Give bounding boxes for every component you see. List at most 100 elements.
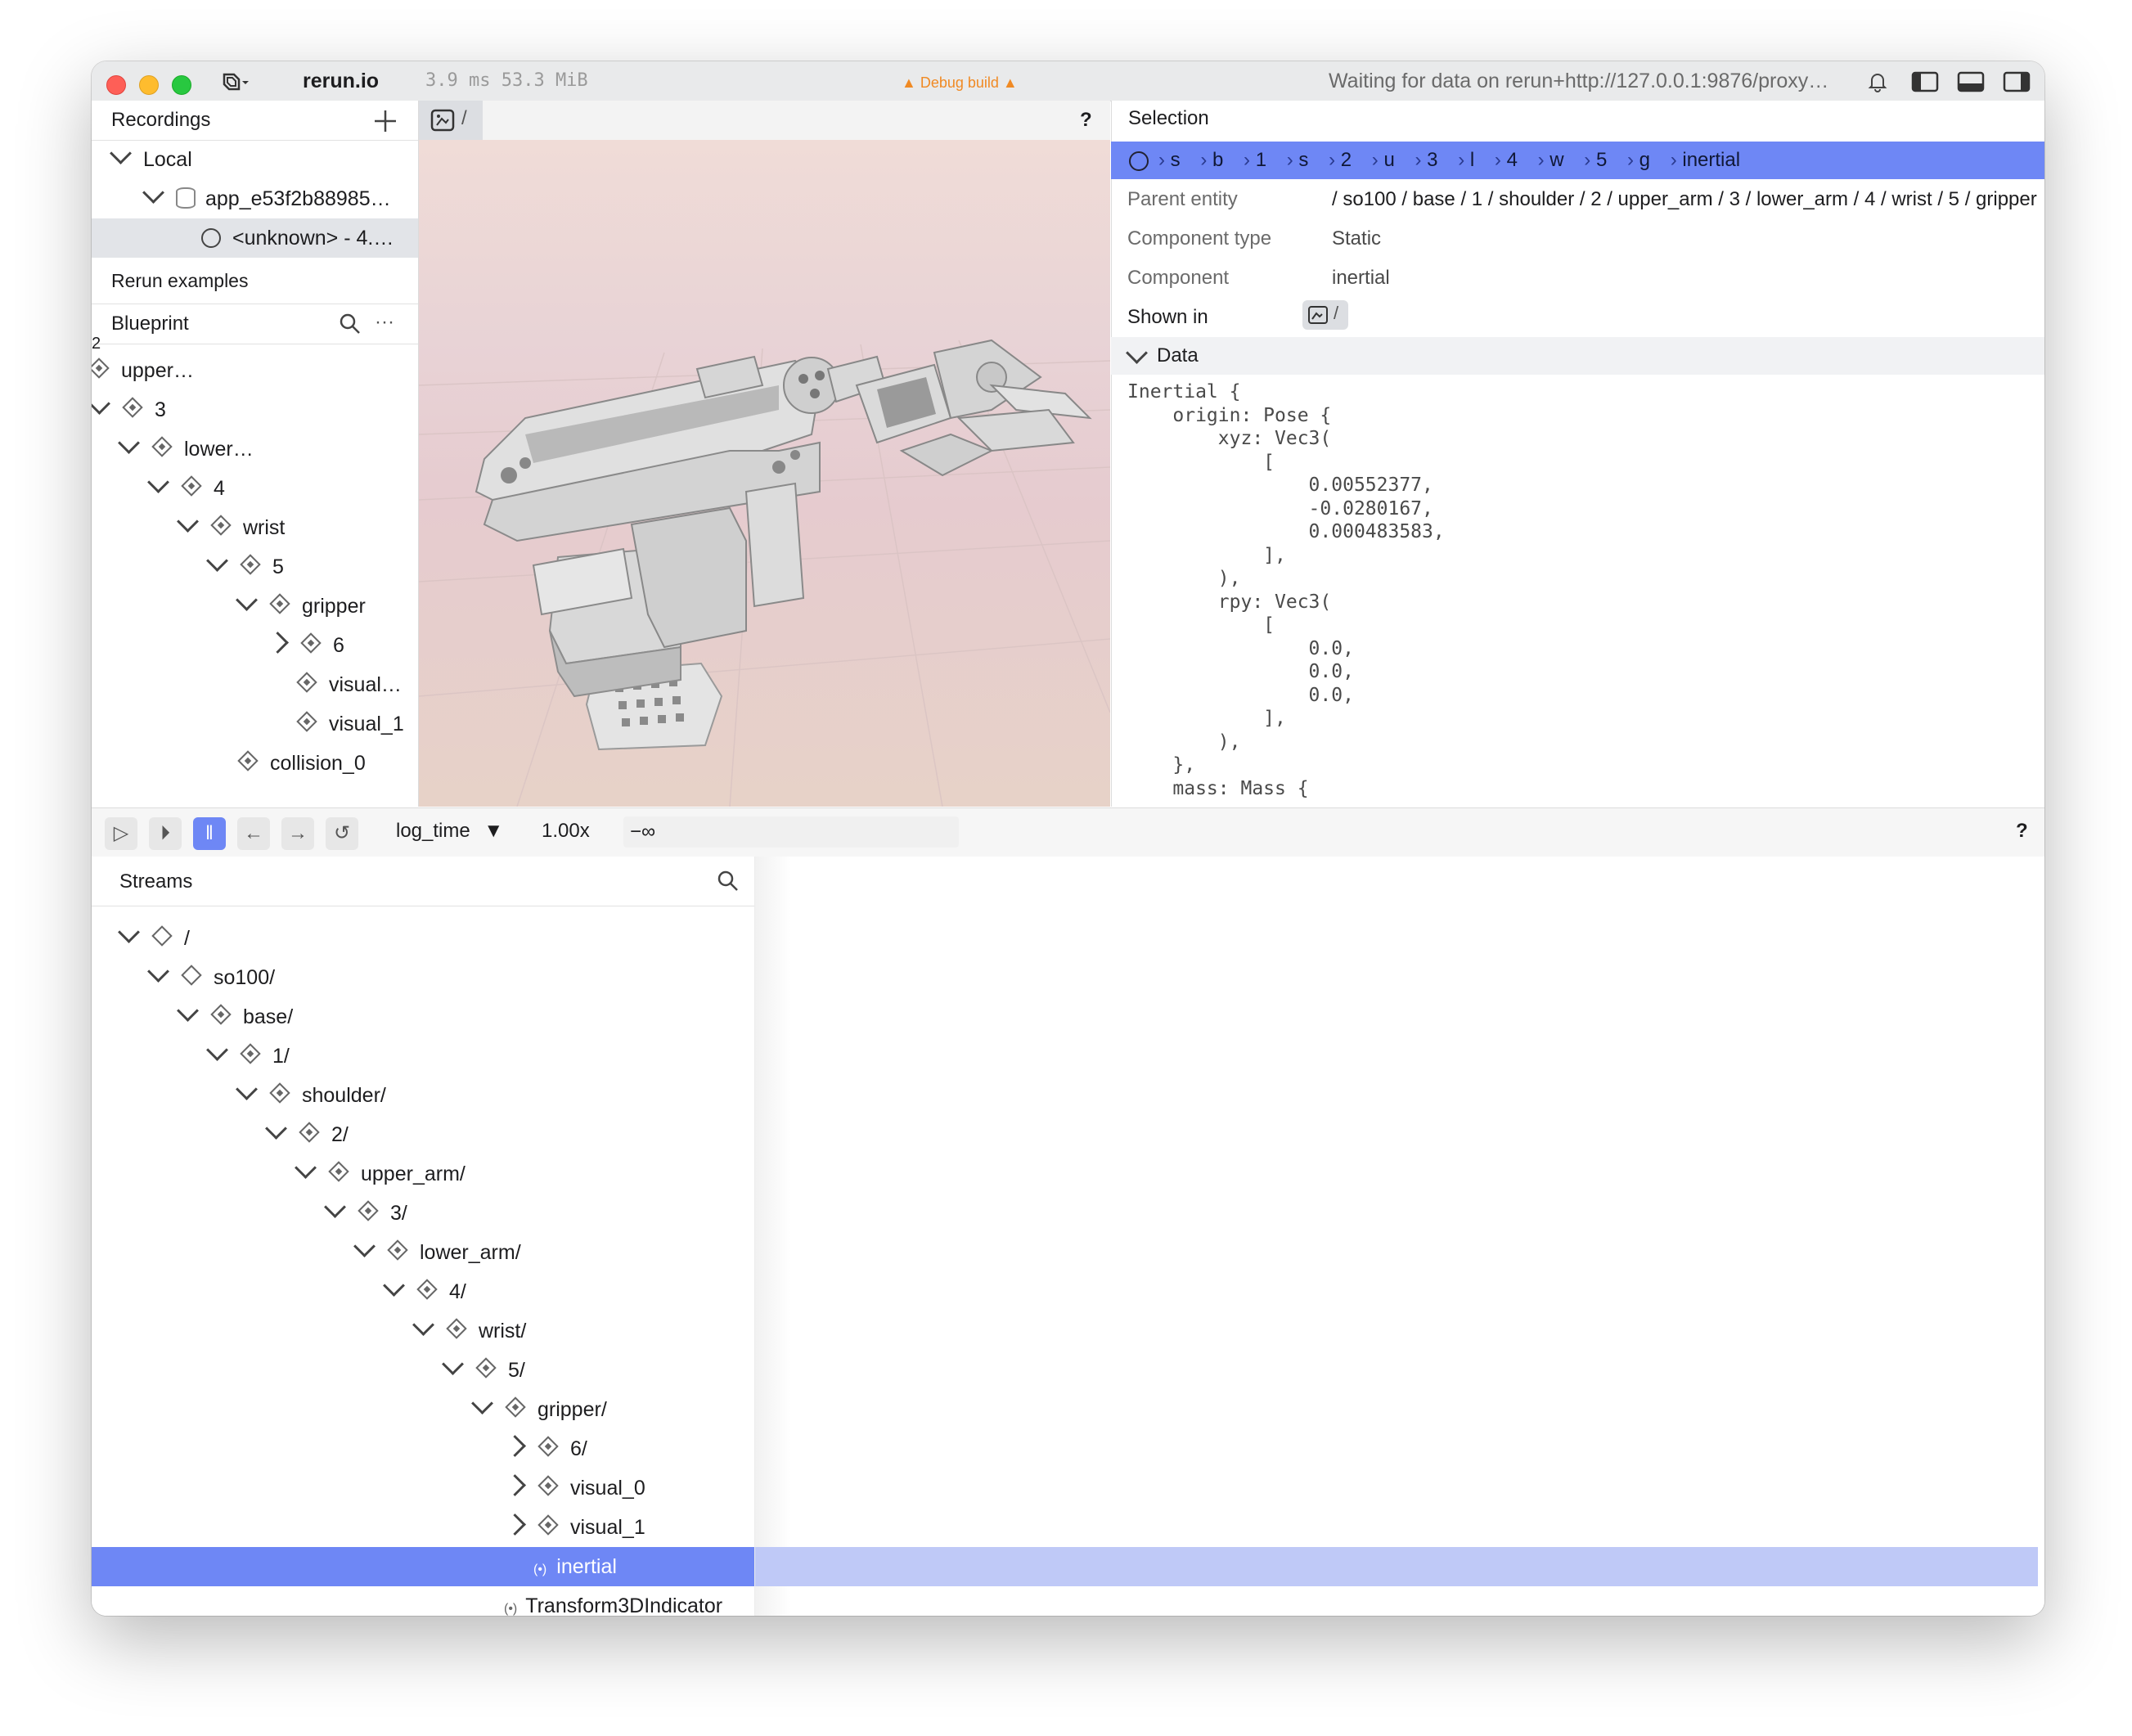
breadcrumb-item[interactable]: 2: [1341, 149, 1352, 171]
recordings-title: Recordings: [111, 109, 211, 131]
add-recording-icon[interactable]: [373, 109, 398, 133]
loop-button[interactable]: ↺: [326, 817, 358, 850]
tab-label: /: [461, 107, 467, 129]
view-3d-icon: [1308, 306, 1328, 324]
step-next-button[interactable]: →: [281, 817, 314, 850]
timeline-area[interactable]: [755, 857, 2044, 1616]
stream-item[interactable]: 5/: [442, 1351, 525, 1390]
breadcrumb-item[interactable]: s: [1171, 149, 1181, 171]
stream-item[interactable]: /: [118, 919, 190, 958]
toggle-left-panel-icon[interactable]: [1911, 71, 1939, 92]
stream-item[interactable]: gripper/: [471, 1390, 607, 1429]
timeline-selected-row: [755, 1547, 2038, 1586]
breadcrumb-item[interactable]: u: [1383, 149, 1394, 171]
minimize-window-button[interactable]: [139, 75, 159, 95]
streams-panel: Streams / so100/ base/ 1/ shoulder/ 2/ u…: [92, 857, 755, 1616]
caret-down-icon: ▼: [484, 820, 504, 842]
stream-item-selected[interactable]: (•) inertial: [92, 1547, 754, 1586]
stream-item[interactable]: 2/: [265, 1115, 349, 1154]
toggle-right-panel-icon[interactable]: [2003, 71, 2031, 92]
debug-build-badge: ▲ Debug build ▲: [902, 74, 1018, 91]
stream-item[interactable]: base/: [177, 997, 293, 1037]
recording-app-row[interactable]: app_e53f2b88985…: [142, 179, 391, 218]
stream-item[interactable]: visual_1: [504, 1508, 645, 1547]
chevron-down-icon[interactable]: [110, 142, 132, 164]
blueprint-item[interactable]: 6: [267, 626, 344, 665]
recording-item-selected[interactable]: <unknown> - 4.…: [92, 218, 418, 258]
step-forward-button[interactable]: ⏵: [149, 817, 182, 850]
time-control-bar: ▷ ⏵ ‖ ← → ↺ log_time ▼ 1.00x −∞ ?: [92, 807, 2044, 858]
blueprint-item[interactable]: wrist: [177, 508, 285, 547]
help-icon[interactable]: ?: [1080, 109, 1092, 132]
blueprint-item[interactable]: upper…: [92, 351, 194, 390]
component-value: inertial: [1332, 267, 1390, 289]
breadcrumb-item[interactable]: 4: [1507, 149, 1518, 171]
chevron-down-icon[interactable]: [142, 182, 164, 204]
blueprint-item[interactable]: 3: [92, 390, 166, 430]
breadcrumb-item[interactable]: 1: [1256, 149, 1266, 171]
stream-item[interactable]: lower_arm/: [353, 1233, 521, 1272]
time-input[interactable]: −∞: [623, 816, 959, 848]
connection-status: Waiting for data on rerun+http://127.0.0…: [1329, 70, 1829, 92]
stream-item[interactable]: (•) Transform3DIndicator: [504, 1586, 722, 1616]
breadcrumb-item-current[interactable]: inertial: [1682, 149, 1740, 171]
blueprint-item[interactable]: 4: [147, 469, 225, 508]
stream-item[interactable]: so100/: [147, 958, 275, 997]
3d-viewport[interactable]: [418, 140, 1111, 807]
play-button[interactable]: ▷: [105, 817, 137, 850]
data-section-header[interactable]: Data: [1111, 337, 2044, 375]
rerun-examples-link[interactable]: Rerun examples: [111, 261, 248, 300]
stream-item[interactable]: 1/: [206, 1037, 290, 1076]
stream-item[interactable]: 3/: [324, 1194, 407, 1233]
breadcrumb-item[interactable]: s: [1298, 149, 1308, 171]
streams-header: Streams: [92, 857, 754, 906]
breadcrumb-item[interactable]: b: [1212, 149, 1223, 171]
app-window: rerun.io 3.9 ms 53.3 MiB ▲ Debug build ▲…: [92, 61, 2044, 1616]
stream-item[interactable]: shoulder/: [236, 1076, 386, 1115]
stream-item[interactable]: 6/: [504, 1429, 587, 1468]
blueprint-item[interactable]: gripper: [236, 587, 366, 626]
viewport-tab-bar: / ?: [419, 101, 1110, 141]
notification-bell-icon[interactable]: [1865, 70, 1890, 94]
blueprint-item[interactable]: visual…: [296, 665, 402, 704]
step-back-button[interactable]: ←: [237, 817, 270, 850]
search-icon[interactable]: [339, 313, 362, 335]
shown-in-view-chip[interactable]: /: [1302, 300, 1348, 330]
rerun-menu-icon[interactable]: [221, 71, 249, 92]
streams-title: Streams: [119, 870, 193, 893]
title-bar: rerun.io 3.9 ms 53.3 MiB ▲ Debug build ▲…: [92, 61, 2044, 101]
recordings-local-row[interactable]: Local: [110, 140, 192, 179]
pause-button[interactable]: ‖: [193, 817, 226, 850]
timeline-selector[interactable]: log_time ▼: [396, 820, 503, 843]
more-options-icon[interactable]: ···: [375, 311, 394, 334]
tab-3d-view[interactable]: /: [419, 101, 483, 140]
blueprint-item[interactable]: lower…: [118, 430, 254, 469]
breadcrumb-item[interactable]: 3: [1427, 149, 1437, 171]
playback-speed[interactable]: 1.00x: [542, 820, 590, 843]
recording-icon: [201, 228, 221, 248]
breadcrumb-item[interactable]: 5: [1596, 149, 1607, 171]
database-icon: [176, 187, 196, 209]
help-icon[interactable]: ?: [2016, 820, 2028, 843]
stream-item[interactable]: wrist/: [412, 1311, 526, 1351]
chevron-down-icon[interactable]: [1126, 342, 1148, 364]
breadcrumb-item[interactable]: g: [1639, 149, 1650, 171]
parent-entity-value[interactable]: / so100 / base / 1 / shoulder / 2 / uppe…: [1332, 188, 2044, 211]
selection-breadcrumb[interactable]: › s › b › 1 › s › 2 › u › 3 › l › 4 › w …: [1111, 142, 2044, 179]
toggle-bottom-panel-icon[interactable]: [1957, 71, 1985, 92]
breadcrumb-items: › s › b › 1 › s › 2 › u › 3 › l › 4 › w …: [1158, 149, 1741, 171]
zoom-window-button[interactable]: [172, 75, 191, 95]
blueprint-item[interactable]: visual_1: [296, 704, 404, 744]
stream-item[interactable]: upper_arm/: [295, 1154, 466, 1194]
stream-item[interactable]: 4/: [383, 1272, 466, 1311]
blueprint-item[interactable]: 5: [206, 547, 284, 587]
stream-item[interactable]: visual_0: [504, 1468, 645, 1508]
blueprint-item[interactable]: collision_0: [237, 744, 366, 783]
search-icon[interactable]: [717, 870, 740, 893]
breadcrumb-item[interactable]: l: [1470, 149, 1474, 171]
app-name[interactable]: rerun.io: [303, 70, 379, 92]
breadcrumb-item[interactable]: w: [1550, 149, 1563, 171]
app-id-label: app_e53f2b88985…: [205, 187, 391, 210]
timeline-name: log_time: [396, 820, 470, 842]
close-window-button[interactable]: [106, 75, 126, 95]
